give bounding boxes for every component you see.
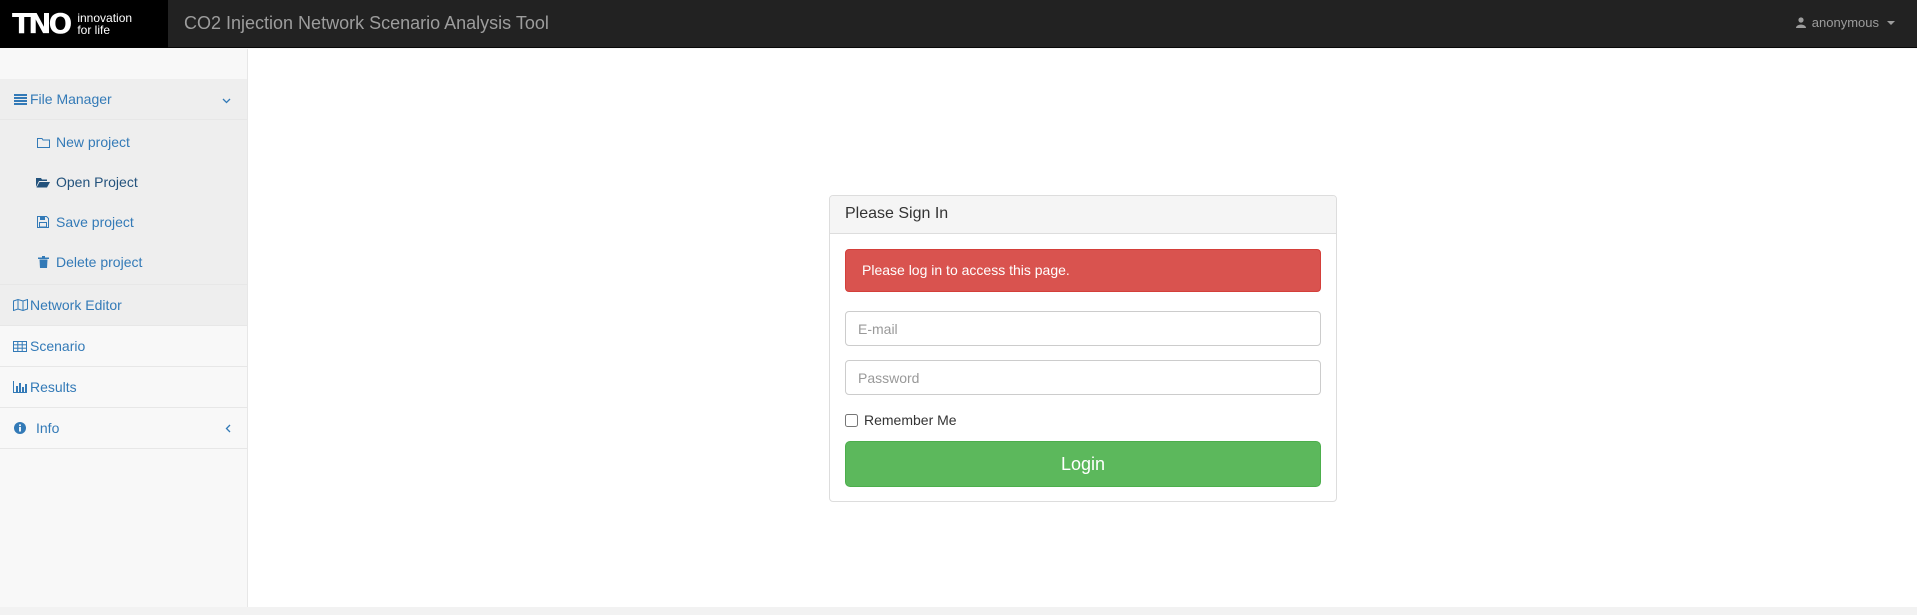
file-manager-submenu: New project Open Project Save project De… [0,120,247,285]
login-panel: Please Sign In Please log in to access t… [829,195,1337,502]
sidebar-item-label: Delete project [56,254,143,270]
sidebar-item-label: Open Project [56,174,138,190]
sidebar-item-label: New project [56,134,130,150]
main-content: Please Sign In Please log in to access t… [248,49,1917,607]
info-circle-icon [12,422,28,434]
top-navbar: TNO innovation for life CO2 Injection Ne… [0,0,1917,48]
email-field[interactable] [845,311,1321,346]
sidebar-item-label: Network Editor [30,297,122,313]
chevron-down-icon [222,93,231,107]
remember-me-label: Remember Me [864,412,957,428]
brand-tagline-line2: for life [77,23,111,37]
user-name: anonymous [1811,15,1879,30]
app-title[interactable]: CO2 Injection Network Scenario Analysis … [184,13,549,34]
login-button[interactable]: Login [845,441,1321,487]
error-alert: Please log in to access this page. [845,249,1321,292]
sidebar-item-label: Info [36,420,60,436]
sidebar-item-info[interactable]: Info [0,408,247,449]
password-field[interactable] [845,360,1321,395]
sidebar-item-save-project[interactable]: Save project [0,202,247,242]
remember-me[interactable]: Remember Me [845,412,957,428]
trash-icon [36,256,50,268]
tno-logo: TNO [12,7,72,40]
list-icon [12,93,28,105]
sidebar-item-delete-project[interactable]: Delete project [0,242,247,282]
brand-tagline: innovation for life [77,12,132,36]
map-icon [12,299,28,311]
bar-chart-icon [12,381,28,393]
panel-title: Please Sign In [830,196,1336,234]
user-icon [1795,17,1806,28]
sidebar: File Manager New project Open Project Sa… [0,49,248,607]
sidebar-item-results[interactable]: Results [0,367,247,408]
floppy-icon [36,216,50,228]
sidebar-item-label: Results [30,379,77,395]
remember-me-checkbox[interactable] [845,413,858,427]
sidebar-item-label: Scenario [30,338,86,354]
sidebar-item-open-project[interactable]: Open Project [0,162,247,202]
table-icon [12,340,28,352]
caret-down-icon [1887,20,1895,25]
sidebar-item-label: File Manager [30,91,112,107]
brand-logo[interactable]: TNO innovation for life [0,0,168,48]
footer-strip [0,607,1917,615]
folder-open-icon [36,177,50,188]
chevron-left-icon [225,422,231,436]
folder-icon [36,137,50,148]
sidebar-item-new-project[interactable]: New project [0,122,247,162]
sidebar-item-label: Save project [56,214,134,230]
sidebar-item-network-editor[interactable]: Network Editor [0,285,247,326]
sidebar-item-scenario[interactable]: Scenario [0,326,247,367]
sidebar-item-file-manager[interactable]: File Manager [0,79,247,120]
user-menu[interactable]: anonymous [1795,15,1895,30]
